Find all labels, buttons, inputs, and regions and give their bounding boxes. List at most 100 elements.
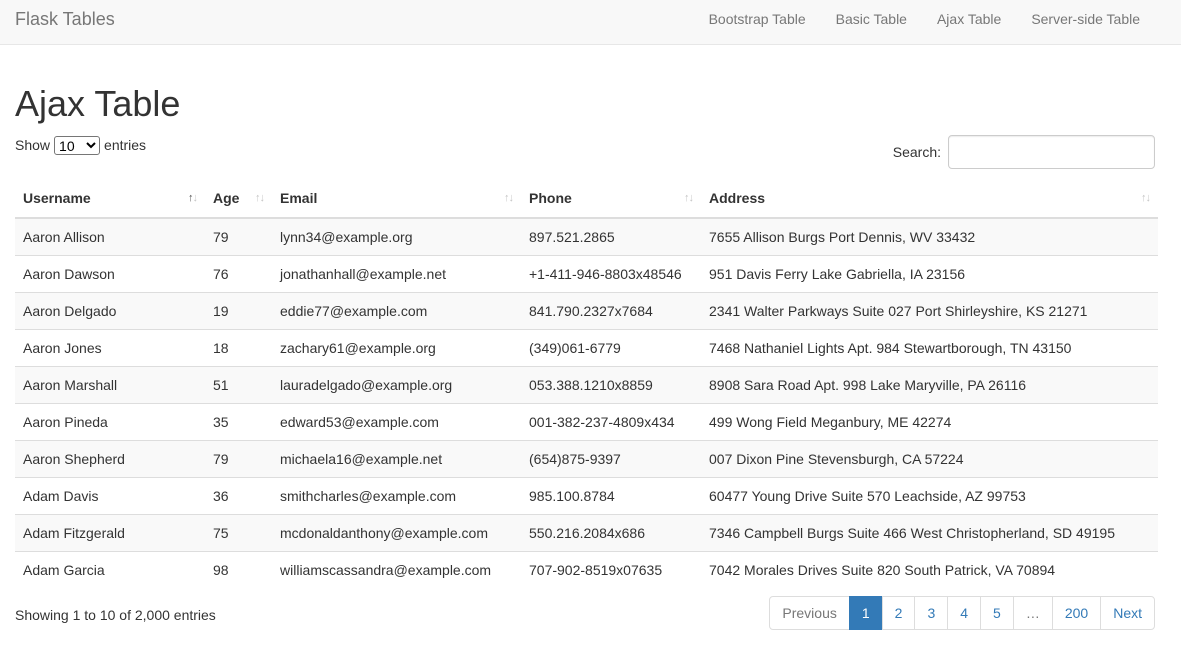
cell-phone: 841.790.2327x7684 bbox=[521, 291, 701, 329]
cell-email: williamscassandra@example.com bbox=[272, 550, 521, 588]
column-header-label: Email bbox=[280, 190, 318, 206]
cell-username: Aaron Delgado bbox=[15, 291, 205, 329]
entries-length-control: Show 10 entries bbox=[15, 135, 146, 155]
cell-address: 951 Davis Ferry Lake Gabriella, IA 23156 bbox=[701, 254, 1158, 292]
cell-username: Aaron Shepherd bbox=[15, 439, 205, 477]
column-header-address[interactable]: Address ↑↓ bbox=[701, 179, 1158, 219]
cell-username: Aaron Marshall bbox=[15, 365, 205, 403]
sort-icon: ↑↓ bbox=[684, 192, 694, 204]
table-row: Aaron Shepherd 79 michaela16@example.net… bbox=[15, 439, 1158, 477]
cell-email: mcdonaldanthony@example.com bbox=[272, 513, 521, 551]
cell-email: eddie77@example.com bbox=[272, 291, 521, 329]
sort-asc-active-icon: ↑↓ bbox=[188, 192, 198, 204]
cell-phone: (349)061-6779 bbox=[521, 328, 701, 366]
pagination-page-2[interactable]: 2 bbox=[881, 596, 916, 630]
sort-icon: ↑↓ bbox=[504, 192, 514, 204]
table-info: Showing 1 to 10 of 2,000 entries bbox=[15, 607, 216, 623]
cell-username: Aaron Allison bbox=[15, 218, 205, 255]
table-row: Aaron Allison 79 lynn34@example.org 897.… bbox=[15, 218, 1158, 255]
cell-address: 7655 Allison Burgs Port Dennis, WV 33432 bbox=[701, 218, 1158, 255]
cell-phone: 053.388.1210x8859 bbox=[521, 365, 701, 403]
nav-link-bootstrap-table[interactable]: Bootstrap Table bbox=[694, 0, 821, 44]
cell-phone: 001-382-237-4809x434 bbox=[521, 402, 701, 440]
table-row: Aaron Pineda 35 edward53@example.com 001… bbox=[15, 402, 1158, 440]
nav-link-ajax-table[interactable]: Ajax Table bbox=[922, 0, 1016, 44]
pagination: Previous 1 2 3 4 5 … 200 Next bbox=[769, 596, 1155, 630]
sort-icon: ↑↓ bbox=[1141, 192, 1151, 204]
column-header-phone[interactable]: Phone ↑↓ bbox=[521, 179, 701, 219]
cell-address: 60477 Young Drive Suite 570 Leachside, A… bbox=[701, 476, 1158, 514]
column-header-username[interactable]: Username ↑↓ bbox=[15, 179, 205, 219]
cell-address: 8908 Sara Road Apt. 998 Lake Maryville, … bbox=[701, 365, 1158, 403]
pagination-page-3[interactable]: 3 bbox=[914, 596, 949, 630]
pagination-page-5[interactable]: 5 bbox=[980, 596, 1014, 630]
pagination-page-1[interactable]: 1 bbox=[848, 596, 883, 630]
cell-username: Aaron Dawson bbox=[15, 254, 205, 292]
search-label: Search: bbox=[892, 144, 941, 160]
cell-age: 35 bbox=[205, 402, 272, 440]
cell-age: 51 bbox=[205, 365, 272, 403]
cell-email: lauradelgado@example.org bbox=[272, 365, 521, 403]
cell-address: 007 Dixon Pine Stevensburgh, CA 57224 bbox=[701, 439, 1158, 477]
cell-age: 36 bbox=[205, 476, 272, 514]
cell-address: 7468 Nathaniel Lights Apt. 984 Stewartbo… bbox=[701, 328, 1158, 366]
show-label: Show bbox=[15, 137, 51, 153]
pagination-ellipsis: … bbox=[1012, 596, 1053, 630]
cell-age: 75 bbox=[205, 513, 272, 551]
cell-phone: 707-902-8519x07635 bbox=[521, 550, 701, 588]
entries-label: entries bbox=[104, 137, 147, 153]
table-row: Aaron Delgado 19 eddie77@example.com 841… bbox=[15, 291, 1158, 329]
cell-email: smithcharles@example.com bbox=[272, 476, 521, 514]
cell-age: 98 bbox=[205, 550, 272, 588]
pagination-page-4[interactable]: 4 bbox=[947, 596, 982, 630]
cell-phone: 550.216.2084x686 bbox=[521, 513, 701, 551]
pagination-previous-button[interactable]: Previous bbox=[769, 596, 850, 630]
pagination-page-200[interactable]: 200 bbox=[1051, 596, 1102, 630]
cell-phone: 897.521.2865 bbox=[521, 218, 701, 255]
cell-username: Aaron Jones bbox=[15, 328, 205, 366]
table-row: Aaron Dawson 76 jonathanhall@example.net… bbox=[15, 254, 1158, 292]
entries-length-select[interactable]: 10 bbox=[54, 135, 101, 155]
search-control: Search: bbox=[893, 135, 1155, 169]
data-table: Username ↑↓ Age ↑↓ Email ↑↓ Phone ↑↓ Add… bbox=[15, 179, 1158, 588]
cell-email: edward53@example.com bbox=[272, 402, 521, 440]
column-header-label: Address bbox=[709, 190, 766, 206]
cell-email: lynn34@example.org bbox=[272, 218, 521, 255]
column-header-label: Age bbox=[213, 190, 240, 206]
cell-address: 2341 Walter Parkways Suite 027 Port Shir… bbox=[701, 291, 1158, 329]
cell-email: zachary61@example.org bbox=[272, 328, 521, 366]
cell-address: 7346 Campbell Burgs Suite 466 West Chris… bbox=[701, 513, 1158, 551]
cell-age: 19 bbox=[205, 291, 272, 329]
column-header-label: Phone bbox=[529, 190, 572, 206]
nav-link-server-side-table[interactable]: Server-side Table bbox=[1016, 0, 1155, 44]
cell-phone: +1-411-946-8803x48546 bbox=[521, 254, 701, 292]
cell-username: Adam Garcia bbox=[15, 550, 205, 588]
navbar-links: Bootstrap Table Basic Table Ajax Table S… bbox=[694, 0, 1155, 44]
search-input[interactable] bbox=[948, 135, 1155, 169]
cell-phone: (654)875-9397 bbox=[521, 439, 701, 477]
cell-address: 7042 Morales Drives Suite 820 South Patr… bbox=[701, 550, 1158, 588]
cell-age: 76 bbox=[205, 254, 272, 292]
table-row: Adam Fitzgerald 75 mcdonaldanthony@examp… bbox=[15, 513, 1158, 551]
table-row: Adam Davis 36 smithcharles@example.com 9… bbox=[15, 476, 1158, 514]
cell-phone: 985.100.8784 bbox=[521, 476, 701, 514]
cell-username: Adam Davis bbox=[15, 476, 205, 514]
cell-age: 18 bbox=[205, 328, 272, 366]
cell-username: Adam Fitzgerald bbox=[15, 513, 205, 551]
cell-age: 79 bbox=[205, 439, 272, 477]
page-title: Ajax Table bbox=[15, 83, 181, 124]
column-header-label: Username bbox=[23, 190, 91, 206]
navbar: Flask Tables Bootstrap Table Basic Table… bbox=[0, 0, 1181, 45]
nav-link-basic-table[interactable]: Basic Table bbox=[821, 0, 922, 44]
sort-icon: ↑↓ bbox=[255, 192, 265, 204]
column-header-age[interactable]: Age ↑↓ bbox=[205, 179, 272, 219]
cell-email: jonathanhall@example.net bbox=[272, 254, 521, 292]
table-row: Aaron Jones 18 zachary61@example.org (34… bbox=[15, 328, 1158, 366]
navbar-brand[interactable]: Flask Tables bbox=[15, 9, 115, 29]
table-row: Aaron Marshall 51 lauradelgado@example.o… bbox=[15, 365, 1158, 403]
column-header-email[interactable]: Email ↑↓ bbox=[272, 179, 521, 219]
cell-username: Aaron Pineda bbox=[15, 402, 205, 440]
cell-address: 499 Wong Field Meganbury, ME 42274 bbox=[701, 402, 1158, 440]
pagination-next-button[interactable]: Next bbox=[1100, 596, 1155, 630]
cell-email: michaela16@example.net bbox=[272, 439, 521, 477]
